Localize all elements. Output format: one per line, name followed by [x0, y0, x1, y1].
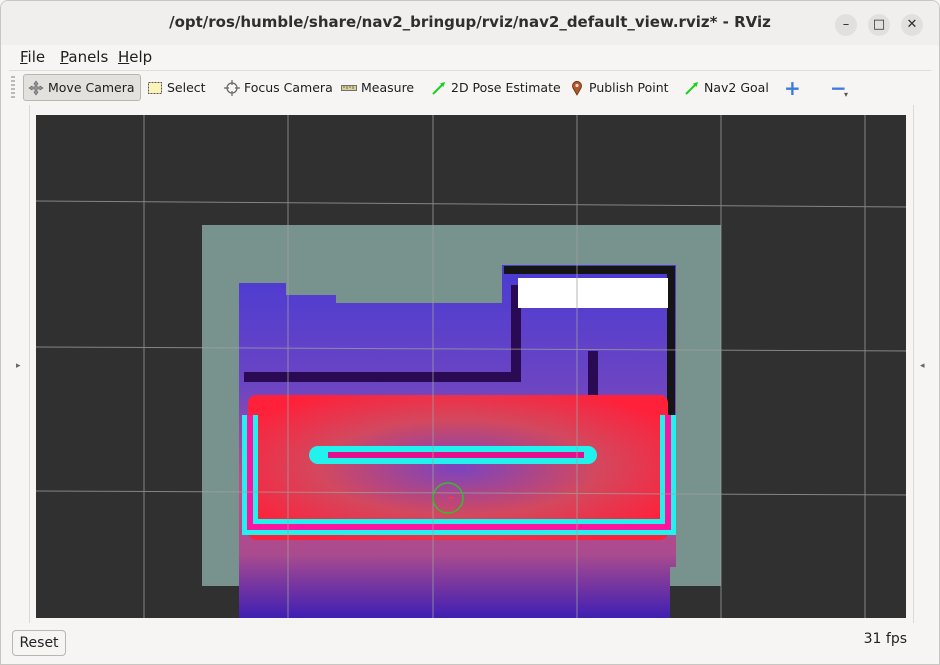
left-expand-icon[interactable]: ▸: [16, 361, 21, 371]
tool-select-label: Select: [167, 80, 206, 95]
menu-panels[interactable]: Panels: [60, 48, 108, 66]
right-dock-collapsed[interactable]: ◂: [913, 105, 934, 623]
menu-file[interactable]: File: [20, 48, 45, 66]
unknown-white-area: [518, 278, 668, 308]
pose-arrow-icon: [431, 80, 447, 96]
menu-file-mnemonic: F: [20, 48, 28, 66]
menu-bar: File Panels Help: [1, 45, 939, 68]
measure-icon: [341, 80, 357, 96]
menu-file-label: ile: [27, 48, 46, 66]
right-expand-icon[interactable]: ◂: [920, 361, 925, 371]
map-pin-icon: [569, 80, 585, 96]
tool-toolbar: Move Camera Select Focus Camera Measure: [9, 70, 931, 105]
status-bar: Reset 31 fps: [1, 625, 939, 664]
menu-help-label: elp: [129, 48, 153, 66]
focus-camera-icon: [224, 79, 240, 96]
rviz-window: /opt/ros/humble/share/nav2_bringup/rviz/…: [0, 0, 940, 665]
add-tool-button[interactable]: +: [780, 74, 805, 101]
tool-publish-point-label: Publish Point: [589, 80, 669, 95]
tool-2d-pose-estimate[interactable]: 2D Pose Estimate: [427, 74, 565, 101]
tool-publish-point[interactable]: Publish Point: [565, 74, 673, 101]
move-camera-icon: [28, 79, 44, 96]
select-icon: [147, 80, 163, 96]
menu-help-mnemonic: H: [118, 48, 130, 66]
reset-button[interactable]: Reset: [12, 630, 66, 656]
inflation-zone: [248, 395, 668, 540]
left-dock-collapsed[interactable]: ▸: [9, 105, 30, 623]
tool-measure[interactable]: Measure: [337, 74, 418, 101]
tool-nav2-goal-label: Nav2 Goal: [704, 80, 769, 95]
render-viewport[interactable]: [36, 115, 906, 618]
toolbar-grip[interactable]: [11, 76, 15, 100]
tool-select[interactable]: Select: [143, 74, 210, 101]
menu-panels-label: anels: [68, 48, 109, 66]
tool-focus-camera[interactable]: Focus Camera: [220, 74, 337, 101]
menu-help[interactable]: Help: [118, 48, 152, 66]
tool-move-camera[interactable]: Move Camera: [23, 74, 141, 101]
tool-move-camera-label: Move Camera: [48, 80, 135, 95]
remove-tool-dropdown-icon[interactable]: ▾: [844, 90, 848, 99]
title-bar[interactable]: /opt/ros/humble/share/nav2_bringup/rviz/…: [1, 1, 939, 46]
tool-measure-label: Measure: [361, 80, 415, 95]
goal-arrow-icon: [684, 80, 700, 96]
tool-2d-pose-estimate-label: 2D Pose Estimate: [451, 80, 561, 95]
fps-readout: 31 fps: [863, 631, 907, 647]
minimize-button[interactable]: –: [835, 14, 857, 36]
map-scene: [36, 115, 906, 618]
window-title: /opt/ros/humble/share/nav2_bringup/rviz/…: [169, 13, 771, 31]
tool-nav2-goal[interactable]: Nav2 Goal: [680, 74, 773, 101]
maximize-button[interactable]: □: [868, 14, 890, 36]
tool-focus-camera-label: Focus Camera: [244, 80, 333, 95]
close-button[interactable]: ✕: [901, 14, 923, 36]
